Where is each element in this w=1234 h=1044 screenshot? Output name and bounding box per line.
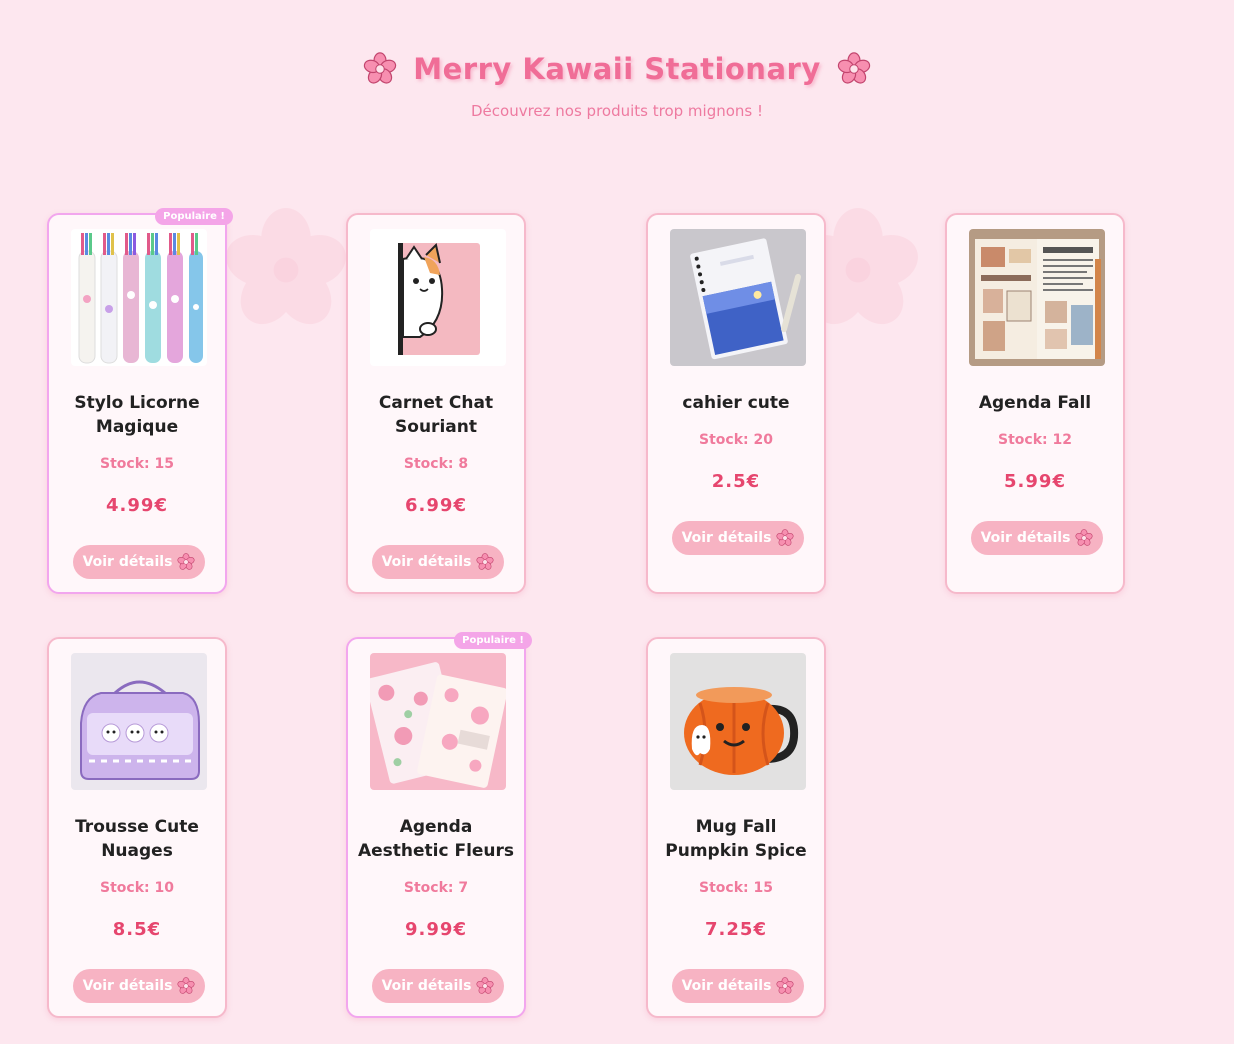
journal-agenda-image — [969, 229, 1105, 366]
product-stock: Stock: 7 — [403, 880, 469, 896]
cat-notebook-image — [370, 229, 506, 366]
view-details-label: Voir détails — [681, 530, 772, 546]
floral-agenda-image — [370, 653, 506, 790]
sakura-flower-icon — [776, 977, 794, 995]
product-stock: Stock: 10 — [100, 880, 174, 896]
view-details-button[interactable]: Voir détails — [672, 969, 804, 1003]
view-details-label: Voir détails — [82, 978, 173, 994]
product-stock: Stock: 12 — [998, 432, 1072, 448]
sakura-flower-icon — [177, 553, 195, 571]
product-card[interactable]: Carnet Chat Souriant Stock: 8 6.99€ Voir… — [346, 213, 526, 594]
product-name: Trousse Cute Nuages — [75, 817, 199, 861]
view-details-button[interactable]: Voir détails — [372, 969, 504, 1003]
background-flower-icon — [224, 208, 348, 332]
sakura-flower-icon — [363, 52, 397, 86]
product-name: cahier cute — [682, 393, 790, 413]
view-details-label: Voir détails — [681, 978, 772, 994]
sakura-flower-icon — [837, 52, 871, 86]
view-details-button[interactable]: Voir détails — [73, 545, 205, 579]
title-row: Merry Kawaii Stationary — [0, 52, 1234, 86]
product-card[interactable]: Agenda Fall Stock: 12 5.99€ Voir détails — [945, 213, 1125, 594]
product-price: 6.99€ — [405, 495, 467, 516]
page-subtitle: Découvrez nos produits trop mignons ! — [470, 102, 764, 120]
page-title: Merry Kawaii Stationary — [413, 52, 821, 86]
product-stock: Stock: 15 — [699, 880, 773, 896]
blue-notebook-image — [670, 229, 806, 366]
sakura-flower-icon — [177, 977, 195, 995]
pumpkin-mug-image — [670, 653, 806, 790]
product-price: 5.99€ — [1004, 471, 1066, 492]
view-details-label: Voir détails — [381, 978, 472, 994]
product-price: 8.5€ — [112, 919, 162, 940]
product-price: 7.25€ — [705, 919, 767, 940]
product-name: Stylo Licorne Magique — [74, 393, 200, 437]
view-details-button[interactable]: Voir détails — [372, 545, 504, 579]
product-stock: Stock: 15 — [100, 456, 174, 472]
pencil-case-image — [71, 653, 207, 790]
product-name: Mug Fall Pumpkin Spice — [665, 817, 807, 861]
product-card[interactable]: Mug Fall Pumpkin Spice Stock: 15 7.25€ V… — [646, 637, 826, 1018]
sakura-flower-icon — [476, 977, 494, 995]
product-card[interactable]: Populaire ! Stylo Licorne Magique Stock:… — [47, 208, 233, 594]
product-card[interactable]: Trousse Cute Nuages Stock: 10 8.5€ Voir … — [47, 637, 227, 1018]
view-details-label: Voir détails — [980, 530, 1071, 546]
sakura-flower-icon — [476, 553, 494, 571]
view-details-button[interactable]: Voir détails — [672, 521, 804, 555]
popular-badge: Populaire ! — [454, 632, 532, 649]
view-details-button[interactable]: Voir détails — [971, 521, 1103, 555]
product-price: 4.99€ — [106, 495, 168, 516]
product-price: 2.5€ — [711, 471, 761, 492]
sakura-flower-icon — [1075, 529, 1093, 547]
unicorn-pens-image — [71, 229, 207, 366]
product-name: Carnet Chat Souriant — [378, 393, 494, 437]
product-card[interactable]: Populaire ! Agenda Aesthetic Fleurs Stoc… — [346, 632, 532, 1018]
view-details-label: Voir détails — [381, 554, 472, 570]
product-card[interactable]: cahier cute Stock: 20 2.5€ Voir détails — [646, 213, 826, 594]
view-details-button[interactable]: Voir détails — [73, 969, 205, 1003]
sakura-flower-icon — [776, 529, 794, 547]
popular-badge: Populaire ! — [155, 208, 233, 225]
product-stock: Stock: 20 — [699, 432, 773, 448]
page-header: Merry Kawaii Stationary Découvrez nos pr… — [0, 52, 1234, 120]
product-stock: Stock: 8 — [403, 456, 469, 472]
product-name: Agenda Aesthetic Fleurs — [357, 817, 515, 861]
product-name: Agenda Fall — [978, 393, 1092, 413]
view-details-label: Voir détails — [82, 554, 173, 570]
product-price: 9.99€ — [405, 919, 467, 940]
